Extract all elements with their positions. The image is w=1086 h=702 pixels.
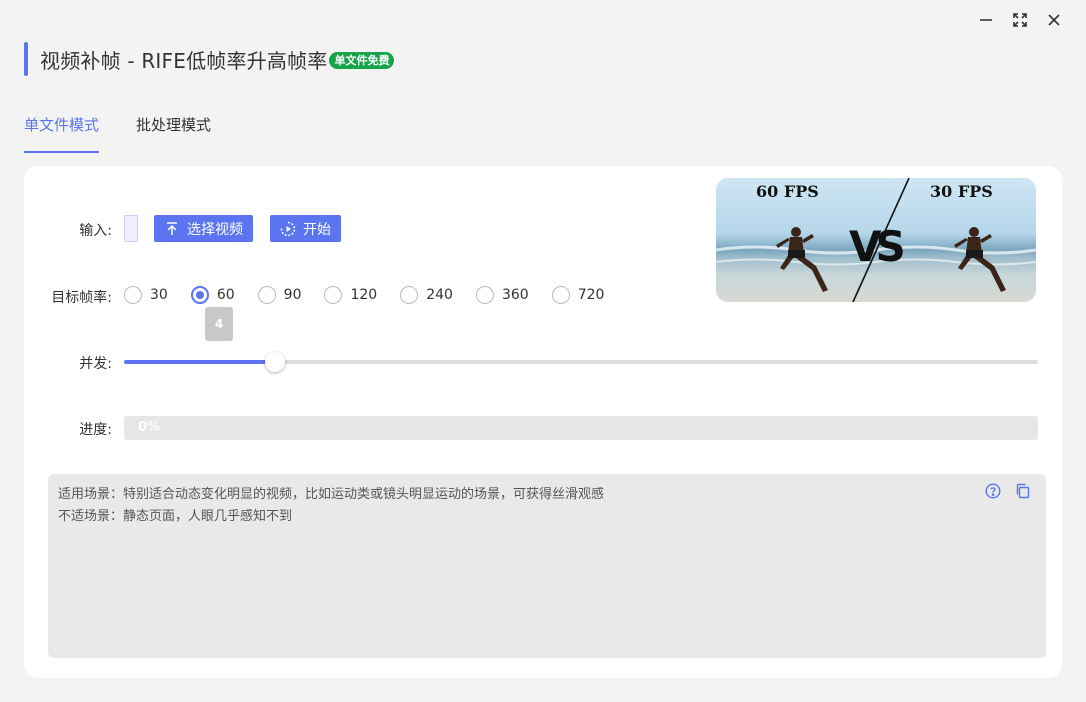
fps-option-360[interactable]: 360 [475, 286, 529, 304]
input-file-field[interactable] [124, 215, 138, 242]
radio-circle [324, 286, 343, 304]
info-suitable: 适用场景：特别适合动态变化明显的视频，比如运动类或镜头明显运动的场景，可获得丝滑… [58, 487, 605, 502]
mode-tabs: 单文件模式 批处理模式 [24, 108, 248, 153]
window-controls [976, 10, 1064, 30]
close-button[interactable] [1044, 10, 1064, 30]
main-card: 输入: 选择视频 开始 目标帧率: 30 60 90 120 240 360 7… [24, 166, 1062, 678]
help-circle-icon [985, 483, 1001, 499]
select-video-label: 选择视频 [187, 221, 243, 238]
preview-left-fps: 60 FPS [756, 182, 819, 201]
concurrency-label: 并发: [79, 356, 112, 372]
progress-label: 进度: [79, 422, 112, 438]
title-accent-bar [24, 42, 28, 76]
progress-bar: 0% [124, 416, 1038, 440]
fps-option-label: 240 [426, 287, 453, 303]
title-bar: 视频补帧 - RIFE低帧率升高帧率 单文件免费 [24, 42, 395, 76]
radio-circle [257, 286, 276, 304]
fps-option-label: 30 [150, 287, 168, 303]
slider-fill [124, 360, 275, 364]
maximize-icon [1013, 13, 1027, 27]
radio-circle [400, 286, 419, 304]
fps-radio-group: 30 60 90 120 240 360 720 [124, 286, 604, 304]
minimize-icon [980, 19, 992, 21]
info-box: 适用场景：特别适合动态变化明显的视频，比如运动类或镜头明显运动的场景，可获得丝滑… [48, 474, 1046, 658]
fps-option-label: 90 [283, 287, 302, 303]
fps-option-60[interactable]: 60 [190, 286, 235, 304]
fps-option-90[interactable]: 90 [257, 286, 302, 304]
free-badge: 单文件免费 [329, 51, 395, 69]
copy-button[interactable] [1014, 482, 1032, 500]
fps-option-label: 720 [577, 287, 605, 303]
progress-text: 0% [138, 420, 161, 435]
select-video-button[interactable]: 选择视频 [154, 215, 253, 242]
maximize-button[interactable] [1010, 10, 1030, 30]
tab-batch[interactable]: 批处理模式 [136, 108, 211, 153]
upload-icon [167, 221, 177, 235]
preview-image: 60 FPS 30 FPS VS [716, 178, 1036, 302]
slider-thumb[interactable] [264, 352, 285, 372]
radio-circle [124, 286, 142, 304]
preview-right-fps: 30 FPS [930, 182, 993, 201]
minimize-button[interactable] [976, 10, 996, 30]
info-unsuitable: 不适场景：静态页面，人眼几乎感知不到 [58, 509, 293, 524]
concurrency-slider[interactable] [124, 352, 1038, 372]
page-title: 视频补帧 - RIFE低帧率升高帧率 [40, 48, 328, 73]
copy-icon [1016, 483, 1030, 499]
runner-right-figure [954, 227, 1006, 292]
fps-option-label: 60 [216, 287, 235, 303]
info-icons [984, 482, 1032, 500]
runner-left-figure [776, 227, 828, 292]
input-label: 输入: [79, 223, 112, 239]
help-button[interactable] [984, 482, 1002, 500]
fps-option-240[interactable]: 240 [400, 286, 453, 304]
preview-vs: VS [849, 222, 906, 271]
radio-circle [190, 286, 209, 304]
start-button[interactable]: 开始 [270, 215, 341, 242]
radio-circle [551, 286, 570, 304]
close-icon [1048, 14, 1060, 26]
start-label: 开始 [303, 221, 331, 238]
play-circle-icon [280, 221, 296, 236]
concurrency-tooltip: 4 [205, 307, 233, 341]
fps-label: 目标帧率: [51, 290, 112, 306]
fps-option-label: 360 [501, 287, 529, 303]
fps-option-label: 120 [350, 287, 378, 303]
tab-single-file[interactable]: 单文件模式 [24, 108, 100, 153]
radio-circle [475, 286, 494, 304]
fps-option-30[interactable]: 30 [124, 286, 168, 304]
fps-option-720[interactable]: 720 [551, 286, 605, 304]
fps-option-120[interactable]: 120 [324, 286, 377, 304]
